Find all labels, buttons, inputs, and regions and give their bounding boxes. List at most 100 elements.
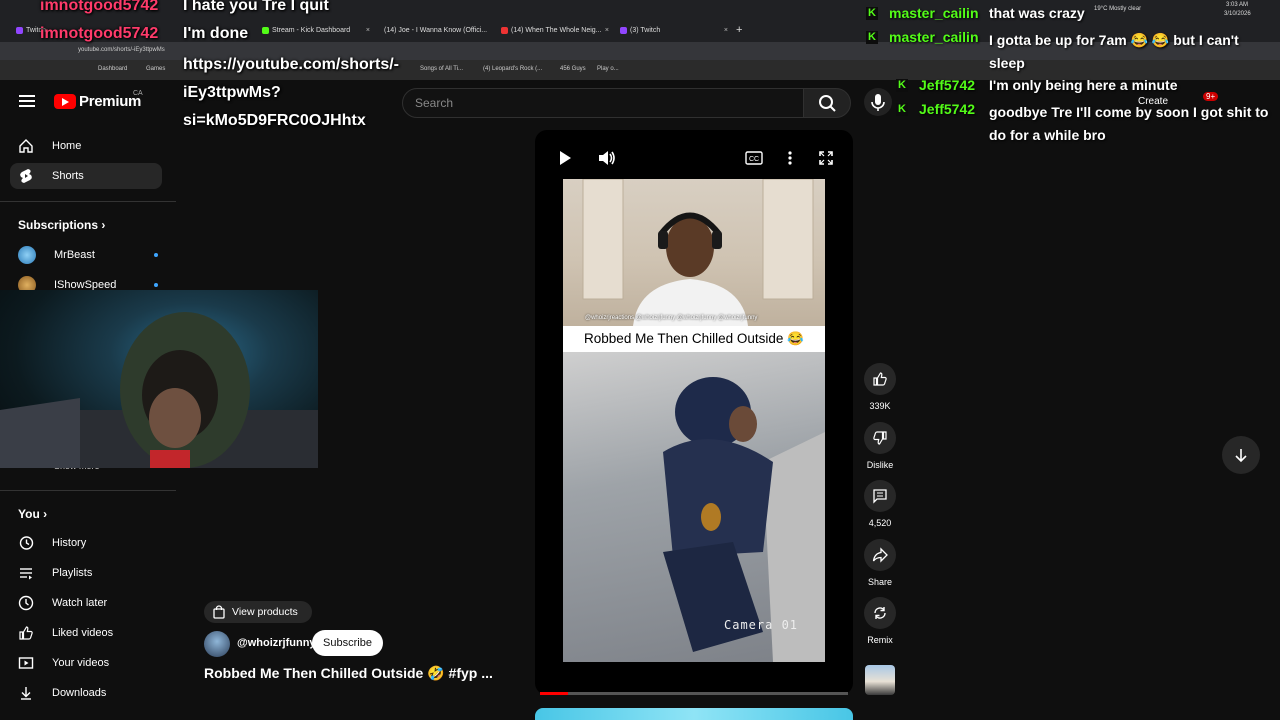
subscriptions-title[interactable]: Subscriptions › [18,218,105,232]
close-icon[interactable]: × [724,27,728,34]
youtube-logo-icon[interactable] [54,94,76,109]
comment-button[interactable] [864,480,896,512]
captions-icon[interactable]: CC [745,151,763,165]
sound-thumbnail[interactable] [865,665,895,695]
next-short-button[interactable] [1222,436,1260,474]
sidebar-item-shorts[interactable]: Shorts [10,163,162,189]
history-icon [18,535,34,551]
search-input[interactable]: Search [402,88,804,118]
fullscreen-icon[interactable] [818,150,834,166]
browser-tab[interactable]: (3) Twitch × [620,23,728,37]
dislike-icon [873,431,887,445]
downloads-icon [18,685,34,701]
notification-badge[interactable]: 9+ [1203,92,1219,101]
chat-message: goodbye Tre I'll come by soon I got shit… [989,104,1269,143]
remix-button[interactable] [864,597,896,629]
liked-icon [18,625,34,641]
bookmark[interactable]: Dashboard [98,66,127,72]
bookmark[interactable]: 456 Guys [560,66,586,72]
sidebar-item-liked[interactable]: Liked videos [10,620,162,646]
playlists-icon [18,565,34,581]
chat-username: Jeff5742 [919,101,976,117]
close-icon[interactable]: × [605,27,609,34]
search-button[interactable] [803,88,851,118]
sidebar-item-watch-later[interactable]: Watch later [10,590,162,616]
kick-badge-icon: K [866,7,878,20]
search-icon [819,95,836,112]
dislike-label: Dislike [866,460,894,470]
new-content-dot [154,283,158,287]
share-button[interactable] [864,539,896,571]
like-count: 339K [869,401,891,411]
browser-tab[interactable]: (14) When The Whole Neig... × [501,23,609,37]
overlay-link: https://youtube.com/shorts/- [183,56,399,73]
sidebar-item-label: Liked videos [52,627,114,639]
twitch-icon [16,26,23,34]
youtube-favicon [501,26,508,34]
bookmark[interactable]: (4) Leopard's Rock (... [483,66,542,72]
overlay-link: si=kMo5D9FRC0OJHhtx [183,112,366,129]
comment-count: 4,520 [868,518,892,528]
arrow-down-icon [1235,449,1247,463]
mic-icon [871,94,885,111]
menu-icon[interactable] [19,95,35,107]
view-products-button[interactable]: View products [204,601,312,623]
play-icon[interactable] [556,149,574,167]
sidebar-item-label: Your videos [52,657,110,669]
more-vert-icon[interactable] [786,150,794,166]
video-progress-fill [540,692,568,695]
dislike-button[interactable] [864,422,896,454]
tab-label: (14) Joe - I Wanna Know (Offici... [384,26,488,34]
close-icon[interactable]: × [366,27,370,34]
subscription-item[interactable]: MrBeast [18,245,158,265]
overlay-username: imnotgood5742 [40,25,159,42]
sidebar-item-label: Downloads [52,687,107,699]
short-title[interactable]: Robbed Me Then Chilled Outside 🤣 #fyp ..… [204,665,493,682]
browser-tab[interactable]: (14) Joe - I Wanna Know (Offici...× [381,23,489,37]
overlay-username: imnotgood5742 [40,0,159,14]
kick-badge-icon: K [896,103,908,116]
video-progress-track[interactable] [540,692,848,695]
bookmark[interactable]: Play o... [597,66,619,72]
bookmark[interactable]: Games [146,66,165,72]
browser-tab[interactable]: Stream - Kick Dashboard × [262,23,370,37]
you-title[interactable]: You › [18,507,47,521]
tab-label: (3) Twitch [630,26,661,34]
chevron-right-icon: › [101,218,106,232]
divider [0,201,176,202]
bookmark[interactable]: Songs of All Ti... [420,66,463,72]
like-button[interactable] [864,363,896,395]
your-videos-icon [18,655,34,671]
channel-avatar[interactable] [204,631,230,657]
sidebar-item-your-videos[interactable]: Your videos [10,650,162,676]
video-frame-bottom: Camera 01 [563,352,825,662]
sidebar-item-label: History [52,537,87,549]
sidebar-item-home[interactable]: Home [10,133,162,159]
sidebar-item-label: Shorts [52,170,84,182]
new-tab-button[interactable]: + [736,23,748,37]
share-label: Share [867,577,893,587]
kick-badge-icon: K [896,79,908,92]
logo-text[interactable]: Premium [79,93,141,110]
volume-icon[interactable] [597,149,617,167]
avatar [18,246,36,264]
overlay-message: I hate you Tre I quit [183,0,329,14]
video-watermark: @whoizrjreactions @whoizrjfunny @whoizrj… [585,315,758,321]
kick-badge-icon: K [866,31,878,44]
security-footage [663,377,825,662]
chat-message: I gotta be up for 7am 😂 😂 but I can't sl… [989,32,1239,71]
subscribe-button[interactable]: Subscribe [312,630,383,656]
sidebar-item-downloads[interactable]: Downloads [10,680,162,706]
sidebar-item-playlists[interactable]: Playlists [10,560,162,586]
overlay-message: I'm done [183,25,249,42]
voice-search-button[interactable] [864,88,892,116]
webcam-overlay [0,290,318,468]
sidebar-item-label: Playlists [52,567,93,579]
channel-name[interactable]: @whoizrjfunny [237,637,316,649]
remix-icon [874,607,886,619]
camera-label: Camera 01 [724,618,799,632]
svg-text:CC: CC [749,156,759,163]
sidebar-item-history[interactable]: History [10,530,162,556]
next-short-preview[interactable] [535,708,853,720]
streamer-silhouette [0,312,318,468]
